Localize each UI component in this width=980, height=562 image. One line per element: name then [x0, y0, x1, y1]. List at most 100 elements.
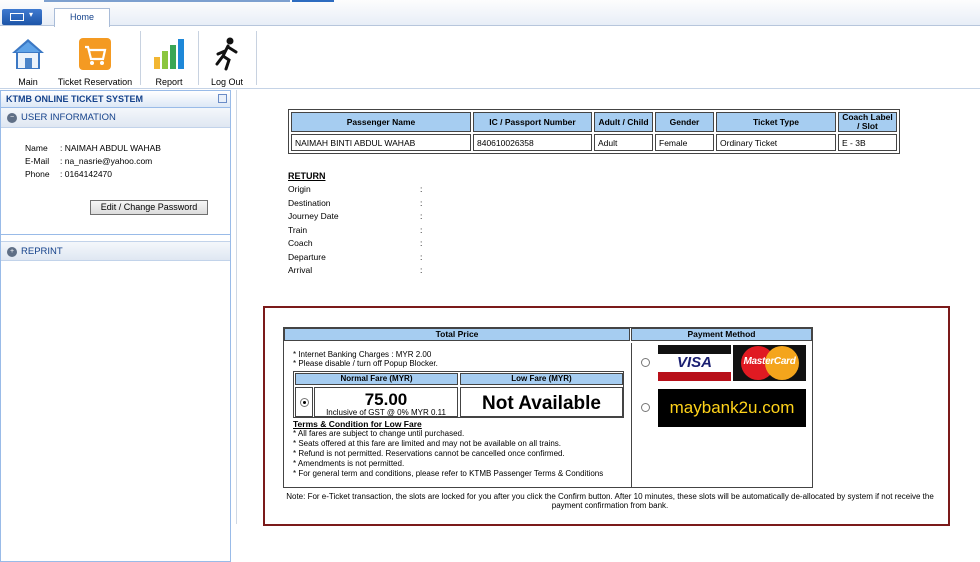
ticket-reservation-button[interactable]: Ticket Reservation	[56, 31, 134, 87]
terms-title: Terms & Condition for Low Fare	[293, 419, 422, 429]
visa-text: VISA	[676, 354, 712, 371]
return-separator: :	[420, 225, 423, 235]
passenger-table: Passenger Name IC / Passport Number Adul…	[288, 109, 900, 154]
return-destination-label: Destination	[288, 198, 331, 208]
bar-chart-icon	[154, 39, 184, 69]
name-value: : NAIMAH ABDUL WAHAB	[60, 143, 161, 153]
table-row: NAIMAH BINTI ABDUL WAHAB 840610026358 Ad…	[291, 134, 897, 151]
user-name-row: Name : NAIMAH ABDUL WAHAB	[25, 143, 161, 153]
top-bar: ▾ Home	[0, 0, 980, 27]
adult-child-cell: Adult	[594, 134, 653, 151]
sidebar-title: KTMB ONLINE TICKET SYSTEM	[1, 91, 230, 108]
payment-footer-note: Note: For e-Ticket transaction, the slot…	[286, 492, 934, 510]
running-man-icon	[215, 37, 238, 71]
card-payment-radio[interactable]	[641, 358, 650, 367]
logout-button[interactable]: Log Out	[203, 31, 251, 87]
logout-label: Log Out	[210, 77, 244, 87]
phone-value: : 0164142470	[60, 169, 112, 179]
banking-charge-note: * Internet Banking Charges : MYR 2.00	[293, 350, 432, 359]
address-strip	[44, 0, 290, 2]
terms-item: * Seats offered at this fare are limited…	[293, 439, 562, 448]
ribbon-toolbar: Main Ticket Reservation Report Log Out	[0, 27, 980, 89]
terms-item: * All fares are subject to change until …	[293, 429, 465, 438]
user-phone-row: Phone : 0164142470	[25, 169, 112, 179]
visa-band-top	[658, 345, 731, 354]
low-fare-cell: Not Available	[460, 387, 623, 417]
ribbon-separator	[256, 31, 257, 85]
pin-icon[interactable]	[218, 94, 227, 103]
user-information-panel: Name : NAIMAH ABDUL WAHAB E-Mail : na_nasr…	[1, 128, 230, 235]
sidebar-title-text: KTMB ONLINE TICKET SYSTEM	[6, 94, 143, 104]
terms-item: * Refund is not permitted. Reservations …	[293, 449, 565, 458]
passenger-table-header: Passenger Name IC / Passport Number Adul…	[291, 112, 897, 132]
return-separator: :	[420, 184, 423, 194]
normal-fare-cell: 75.00 Inclusive of GST @ 0% MYR 0.11	[314, 387, 458, 417]
normal-fare-radio-cell	[295, 387, 313, 417]
col-gender: Gender	[655, 112, 714, 132]
report-label: Report	[155, 77, 183, 87]
visa-band-bottom	[658, 372, 731, 381]
return-origin-label: Origin	[288, 184, 311, 194]
return-separator: :	[420, 252, 423, 262]
return-separator: :	[420, 238, 423, 248]
col-ic-passport: IC / Passport Number	[473, 112, 592, 132]
user-email-row: E-Mail : na_nasrie@yahoo.com	[25, 156, 152, 166]
return-separator: :	[420, 211, 423, 221]
main-label: Main	[18, 77, 38, 87]
phone-label: Phone	[25, 169, 50, 179]
visa-logo: VISA	[658, 345, 731, 381]
payment-box: Total Price Payment Method * Internet Ba…	[263, 306, 950, 526]
col-adult-child: Adult / Child	[594, 112, 653, 132]
maybank2u-logo: maybank2u.com	[658, 389, 806, 427]
fare-table: Normal Fare (MYR) Low Fare (MYR) 75.00 I…	[293, 371, 624, 418]
tab-home[interactable]: Home	[54, 8, 110, 27]
report-button[interactable]: Report	[146, 31, 192, 87]
reprint-header[interactable]: + REPRINT	[1, 241, 230, 261]
normal-fare-price: 75.00	[364, 390, 408, 409]
user-information-label: USER INFORMATION	[21, 112, 116, 123]
col-passenger-name: Passenger Name	[291, 112, 471, 132]
terms-item: * For general term and conditions, pleas…	[293, 469, 604, 478]
normal-fare-heading: Normal Fare (MYR)	[295, 373, 458, 385]
address-strip-accent	[292, 0, 334, 2]
chevron-down-icon: ▾	[29, 10, 34, 19]
sidebar: KTMB ONLINE TICKET SYSTEM − USER INFORMA…	[0, 90, 231, 562]
popup-blocker-note: * Please disable / turn off Popup Blocke…	[293, 359, 438, 368]
return-arrival-label: Arrival	[288, 265, 313, 275]
return-journey-date-label: Journey Date	[288, 211, 339, 221]
terms-item: * Amendments is not permitted.	[293, 459, 405, 468]
ic-passport-cell: 840610026358	[473, 134, 592, 151]
ribbon-separator	[140, 31, 141, 85]
email-label: E-Mail	[25, 156, 50, 166]
normal-fare-gst: Inclusive of GST @ 0% MYR 0.11	[326, 408, 446, 417]
ticket-type-cell: Ordinary Ticket	[716, 134, 836, 151]
ticket-reservation-label: Ticket Reservation	[57, 77, 133, 87]
payment-method-heading: Payment Method	[631, 328, 812, 341]
email-value: : na_nasrie@yahoo.com	[60, 156, 153, 166]
main-button[interactable]: Main	[4, 31, 52, 87]
payment-method-panel: VISA MasterCard maybank2u.com	[631, 343, 812, 487]
maybank-payment-radio[interactable]	[641, 403, 650, 412]
user-information-header[interactable]: − USER INFORMATION	[1, 108, 230, 128]
name-label: Name	[25, 143, 48, 153]
col-coach-slot: Coach Label / Slot	[838, 112, 897, 132]
return-separator: :	[420, 198, 423, 208]
passenger-name-cell: NAIMAH BINTI ABDUL WAHAB	[291, 134, 471, 151]
edit-password-button[interactable]: Edit / Change Password	[90, 200, 208, 215]
return-separator: :	[420, 265, 423, 275]
expand-icon: +	[7, 247, 17, 257]
coach-slot-cell: E - 3B	[838, 134, 897, 151]
mastercard-logo: MasterCard	[733, 345, 806, 381]
normal-fare-radio[interactable]	[300, 398, 309, 407]
col-ticket-type: Ticket Type	[716, 112, 836, 132]
mastercard-text: MasterCard	[743, 356, 796, 367]
house-icon	[12, 39, 44, 69]
ribbon-separator	[198, 31, 199, 85]
app-menu-icon	[10, 13, 24, 21]
return-coach-label: Coach	[288, 238, 313, 248]
app-menu-button[interactable]: ▾	[2, 9, 42, 25]
return-title: RETURN	[288, 171, 326, 181]
shopping-cart-icon	[79, 38, 111, 70]
low-fare-value: Not Available	[482, 393, 601, 414]
low-fare-heading: Low Fare (MYR)	[460, 373, 623, 385]
